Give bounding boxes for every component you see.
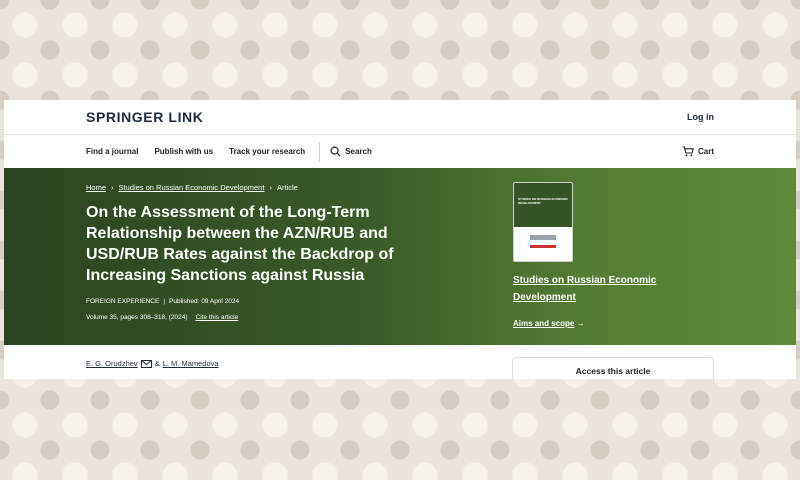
author-link[interactable]: E. G. Orudzhev xyxy=(86,359,138,368)
nav-publish-with-us[interactable]: Publish with us xyxy=(154,147,213,156)
breadcrumb-article: Article xyxy=(276,183,298,192)
aims-scope-link[interactable]: Aims and scope → xyxy=(513,319,585,328)
breadcrumb: Home › Studies on Russian Economic Devel… xyxy=(86,183,298,192)
author-list: E. G. Orudzhev & L. M. Mamedova xyxy=(86,359,219,368)
arrow-right-icon: → xyxy=(576,319,585,328)
meta-separator: | xyxy=(163,298,166,305)
access-article-box[interactable]: Access this article xyxy=(512,357,714,379)
login-link[interactable]: Log in xyxy=(687,112,714,122)
article-hero: Home › Studies on Russian Economic Devel… xyxy=(4,168,796,345)
springer-link-logo[interactable]: SPRINGER LINK xyxy=(86,109,203,125)
search-label: Search xyxy=(345,147,372,156)
cite-article-link[interactable]: Cite this article xyxy=(196,314,239,321)
cart-icon xyxy=(682,146,694,157)
aims-scope-label: Aims and scope xyxy=(513,319,575,328)
nav-track-research[interactable]: Track your research xyxy=(229,147,305,156)
springer-page: SPRINGER LINK Log in Find a journal Publ… xyxy=(4,100,796,379)
article-meta: FOREIGN EXPERIENCE | Published: 09 April… xyxy=(86,298,239,305)
cart-button[interactable]: Cart xyxy=(682,146,714,157)
breadcrumb-journal[interactable]: Studies on Russian Economic Development xyxy=(119,183,265,192)
chevron-right-icon: › xyxy=(111,183,114,192)
journal-cover-image[interactable]: STUDIES ON RUSSIAN ECONOMIC DEVELOPMENT xyxy=(513,182,573,262)
publisher-logo xyxy=(530,235,556,240)
article-volume: Volume 35, pages 308–318, (2024) xyxy=(86,314,188,321)
breadcrumb-home[interactable]: Home xyxy=(86,183,106,192)
article-section: FOREIGN EXPERIENCE xyxy=(86,298,160,305)
access-article-heading: Access this article xyxy=(575,366,651,376)
cover-stripe xyxy=(530,245,556,248)
journal-title-link[interactable]: Studies on Russian Economic Development xyxy=(513,272,673,306)
cart-label: Cart xyxy=(697,147,714,156)
journal-name: Studies on Russian Economic Development xyxy=(513,275,657,303)
article-title: On the Assessment of the Long-Term Relat… xyxy=(86,204,394,284)
chevron-right-icon: › xyxy=(269,183,272,192)
search-icon xyxy=(330,146,341,157)
top-header: SPRINGER LINK Log in xyxy=(4,100,796,135)
cover-band xyxy=(514,183,572,227)
envelope-icon[interactable] xyxy=(140,359,152,368)
cover-title: STUDIES ON RUSSIAN ECONOMIC DEVELOPMENT xyxy=(518,197,569,205)
search-button[interactable]: Search xyxy=(330,146,372,157)
main-nav: Find a journal Publish with us Track you… xyxy=(4,135,796,168)
article-volume-row: Volume 35, pages 308–318, (2024) Cite th… xyxy=(86,314,238,321)
author-joiner: & xyxy=(154,359,160,368)
nav-find-journal[interactable]: Find a journal xyxy=(86,147,138,156)
nav-divider xyxy=(319,141,321,162)
author-link[interactable]: L. M. Mamedova xyxy=(163,359,219,368)
published-date: Published: 09 April 2024 xyxy=(169,298,240,305)
